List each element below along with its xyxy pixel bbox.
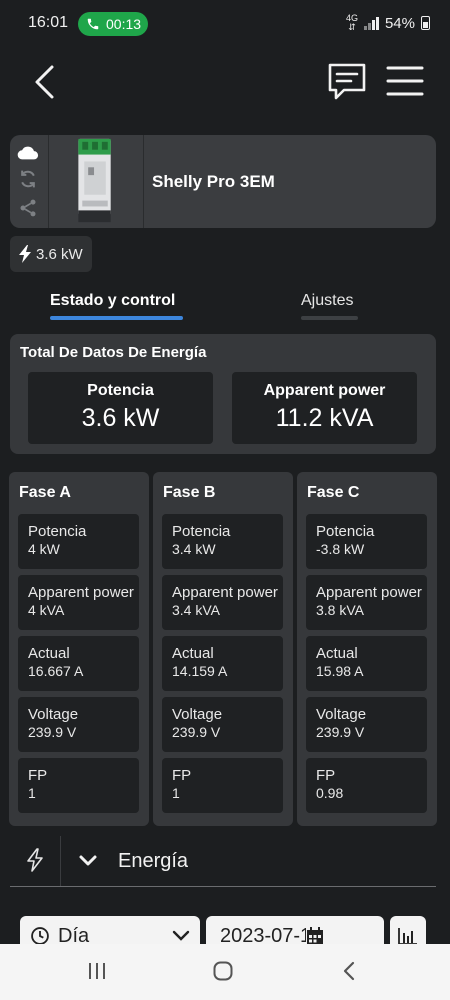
metric-label: Actual	[172, 645, 214, 662]
metric-value: 4 kVA	[28, 602, 65, 618]
chat-icon[interactable]	[326, 62, 368, 102]
metric-label: Potencia	[316, 523, 375, 540]
metric-label: Voltage	[28, 706, 79, 723]
network-type: 4G ⇵	[345, 13, 358, 32]
metric-label: FP	[316, 767, 336, 784]
total-energy-title: Total De Datos De Energía	[20, 344, 207, 361]
recent-apps-icon[interactable]	[87, 962, 107, 980]
inactive-tab-indicator	[301, 316, 358, 320]
call-timer: 00:13	[106, 16, 142, 32]
phase-c-voltage: Voltage 239.9 V	[306, 697, 427, 752]
phase-b-voltage: Voltage 239.9 V	[162, 697, 283, 752]
menu-icon[interactable]	[386, 64, 424, 98]
phase-title: Fase C	[307, 484, 360, 501]
chevron-down-icon[interactable]	[78, 852, 98, 870]
phase-b-apparent-power: Apparent power 3.4 kVA	[162, 575, 283, 630]
metric-label: FP	[28, 767, 48, 784]
phase-title: Fase A	[19, 484, 71, 501]
metric-value: 3.8 kVA	[316, 602, 364, 618]
tab-estado-y-control[interactable]: Estado y control	[50, 292, 175, 310]
status-icons: 4G ⇵ 54%	[346, 14, 430, 32]
back-arrow-icon[interactable]	[28, 62, 64, 102]
clock-icon	[31, 927, 49, 945]
metric-value: 1	[172, 785, 180, 801]
metric-value: 3.4 kW	[172, 541, 216, 557]
phase-c-power: Potencia -3.8 kW	[306, 514, 427, 569]
metric-value: 4 kW	[28, 541, 60, 557]
power-chip: 3.6 kW	[10, 236, 92, 272]
energy-section-toggle[interactable]: Energía	[118, 850, 188, 873]
phase-a-current: Actual 16.667 A	[18, 636, 139, 691]
phone-icon	[87, 18, 99, 30]
power-value: 3.6 kW	[36, 245, 83, 263]
metric-value: 15.98 A	[316, 663, 364, 679]
status-time: 16:01	[28, 14, 69, 31]
divider	[60, 836, 61, 886]
metric-label: Potencia	[172, 523, 231, 540]
phase-title: Fase B	[163, 484, 216, 501]
total-power-box: Potencia 3.6 kW	[28, 372, 213, 444]
device-name: Shelly Pro 3EM	[152, 172, 275, 191]
metric-value: 16.667 A	[28, 663, 84, 679]
phase-c-current: Actual 15.98 A	[306, 636, 427, 691]
battery-label: 54%	[384, 14, 415, 32]
active-tab-indicator	[50, 316, 183, 320]
bolt-icon	[27, 848, 43, 872]
phase-a-voltage: Voltage 239.9 V	[18, 697, 139, 752]
metric-label: Apparent power	[316, 584, 422, 601]
device-image	[48, 135, 144, 228]
metric-value: 14.159 A	[172, 663, 228, 679]
phase-a-panel: Fase A Potencia 4 kW Apparent power 4 kVA …	[9, 472, 149, 826]
calendar-icon[interactable]	[306, 927, 325, 945]
signal-icon	[363, 16, 379, 30]
phase-c-apparent-power: Apparent power 3.8 kVA	[306, 575, 427, 630]
metric-value: 3.4 kVA	[172, 602, 220, 618]
metric-label: Actual	[316, 645, 358, 662]
metric-value: -3.8 kW	[316, 541, 365, 557]
metric-label: Apparent power	[28, 584, 134, 601]
metric-value: 1	[28, 785, 36, 801]
metric-value: 239.9 V	[28, 724, 77, 740]
network-label: 4G	[345, 13, 358, 23]
call-indicator[interactable]: 00:13	[78, 12, 148, 36]
total-apparent-power-label: Apparent power	[263, 382, 386, 399]
total-power-value: 3.6 kW	[81, 404, 160, 432]
total-power-label: Potencia	[87, 382, 154, 399]
phase-a-power: Potencia 4 kW	[18, 514, 139, 569]
phase-b-power: Potencia 3.4 kW	[162, 514, 283, 569]
metric-label: FP	[172, 767, 192, 784]
metric-label: Voltage	[172, 706, 223, 723]
metric-label: Apparent power	[172, 584, 278, 601]
phase-b-current: Actual 14.159 A	[162, 636, 283, 691]
battery-icon	[421, 16, 430, 30]
tab-ajustes[interactable]: Ajustes	[301, 292, 353, 310]
bar-chart-icon	[398, 928, 417, 945]
share-icon[interactable]	[18, 198, 38, 218]
metric-label: Potencia	[28, 523, 87, 540]
phase-a-apparent-power: Apparent power 4 kVA	[18, 575, 139, 630]
total-apparent-power-value: 11.2 kVA	[275, 404, 374, 432]
phase-c-panel: Fase C Potencia -3.8 kW Apparent power 3.8…	[297, 472, 437, 826]
home-icon[interactable]	[213, 961, 233, 981]
bolt-icon	[19, 245, 31, 263]
phase-b-panel: Fase B Potencia 3.4 kW Apparent power 3.4 …	[153, 472, 293, 826]
phase-c-power-factor: FP 0.98	[306, 758, 427, 813]
cloud-icon	[17, 146, 39, 160]
phase-b-power-factor: FP 1	[162, 758, 283, 813]
total-apparent-power-box: Apparent power 11.2 kVA	[232, 372, 417, 444]
chevron-down-icon	[172, 930, 190, 941]
metric-value: 239.9 V	[172, 724, 221, 740]
metric-value: 0.98	[316, 785, 344, 801]
phase-a-power-factor: FP 1	[18, 758, 139, 813]
metric-label: Voltage	[316, 706, 367, 723]
metric-label: Actual	[28, 645, 70, 662]
metric-value: 239.9 V	[316, 724, 365, 740]
device-status-icons	[10, 135, 46, 228]
sync-icon[interactable]	[18, 169, 38, 189]
energy-divider	[10, 886, 436, 887]
nav-back-icon[interactable]	[342, 961, 356, 981]
